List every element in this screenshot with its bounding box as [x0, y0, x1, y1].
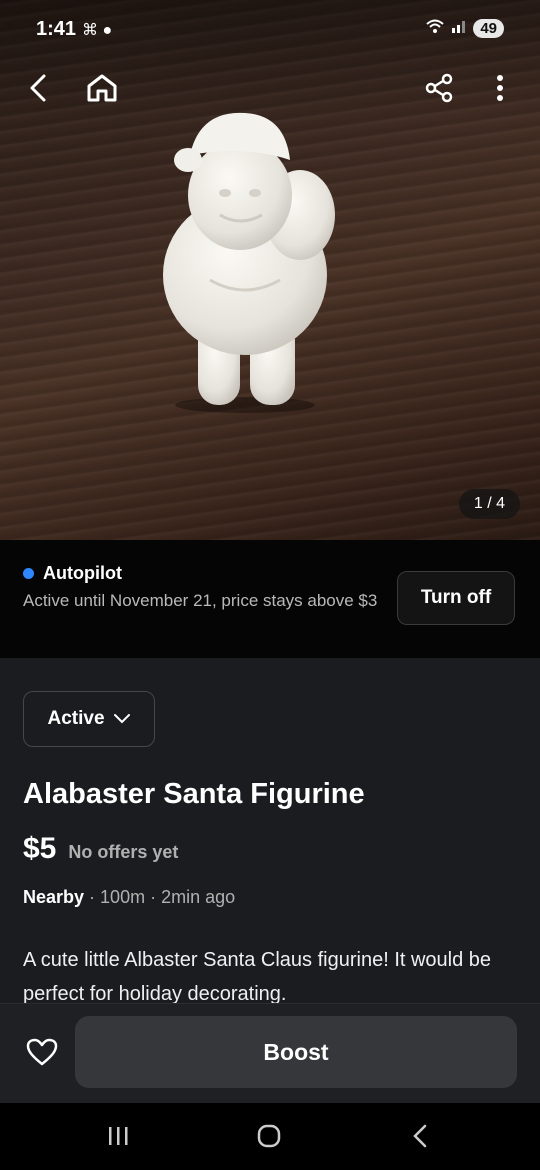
listing-title: Alabaster Santa Figurine — [23, 778, 365, 810]
autopilot-title: Autopilot — [23, 563, 122, 584]
autopilot-status-dot — [23, 568, 34, 579]
listing-price: $5 — [23, 832, 57, 865]
status-right-icons: 49 — [425, 18, 504, 38]
turn-off-button[interactable]: Turn off — [397, 571, 515, 625]
listing-description: A cute little Albaster Santa Claus figur… — [23, 949, 492, 1003]
more-icon — [497, 75, 503, 101]
back-nav-icon — [413, 1124, 427, 1148]
autopilot-description: Active until November 21, price stays ab… — [23, 591, 378, 610]
home-icon — [87, 74, 117, 102]
home-nav-button[interactable] — [244, 1114, 294, 1158]
recent-apps-icon — [109, 1127, 128, 1145]
status-dropdown[interactable]: Active — [23, 691, 155, 747]
offers-status: No offers yet — [68, 842, 179, 862]
share-button[interactable] — [417, 66, 461, 110]
santa-figurine-image — [163, 112, 335, 413]
price-row: $5 No offers yet — [23, 832, 178, 866]
location-label: Nearby — [23, 887, 85, 907]
share-icon — [425, 73, 453, 103]
save-button[interactable] — [22, 1032, 62, 1072]
notification-icons: ⌘ ● — [82, 22, 113, 39]
recent-apps-button[interactable] — [93, 1114, 143, 1158]
home-button[interactable] — [80, 66, 124, 110]
chevron-down-icon — [113, 714, 130, 724]
back-nav-button[interactable] — [395, 1114, 445, 1158]
signal-icon — [451, 19, 467, 37]
boost-button[interactable]: Boost — [75, 1016, 517, 1088]
listing-meta: Nearby · 100m · 2min ago — [23, 887, 235, 908]
back-button[interactable] — [16, 66, 60, 110]
heart-icon — [26, 1038, 58, 1066]
battery-indicator: 49 — [473, 18, 504, 38]
status-time: 1:41 — [36, 18, 77, 40]
photo-counter: 1 / 4 — [458, 489, 520, 519]
back-icon — [30, 74, 46, 102]
more-options-button[interactable] — [478, 66, 522, 110]
distance-time: · 100m · 2min ago — [89, 887, 236, 907]
wifi-icon — [425, 18, 445, 38]
home-nav-icon — [257, 1124, 281, 1148]
status-dropdown-label: Active — [47, 708, 105, 729]
autopilot-label: Autopilot — [43, 563, 122, 583]
status-bar: 1:41 ⌘ ● 49 — [0, 0, 540, 62]
